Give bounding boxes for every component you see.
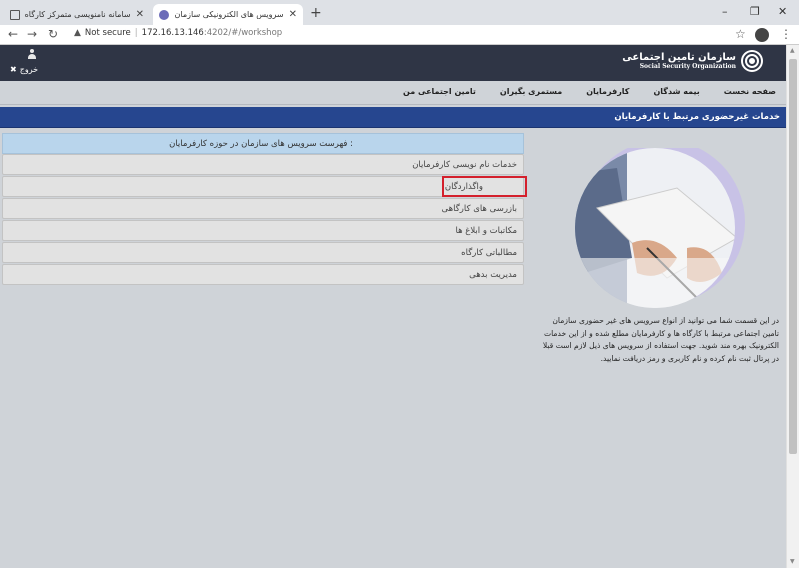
browser-tab-electronic-services[interactable]: سرویس های الکترونیکی سازمان تامین ✕ (153, 4, 303, 25)
browser-tab-registration[interactable]: سامانه نامنویسی متمرکز کارگاه و بیمه شده… (4, 4, 150, 25)
org-emblem-icon (741, 50, 763, 72)
tab-title: سامانه نامنویسی متمرکز کارگاه و بیمه شده (24, 10, 131, 19)
bookmark-star-icon[interactable]: ☆ (735, 27, 746, 41)
service-item[interactable]: مطالباتی کارگاه (2, 242, 524, 263)
menu-item-home[interactable]: صفحه نخست (724, 87, 776, 96)
account-avatar-icon[interactable] (755, 28, 769, 42)
service-item[interactable]: خدمات نام نویسی کارفرمایان (2, 154, 524, 175)
address-bar-row: ← → ↻ ▲ Not secure | 172.16.13.146:4202/… (0, 25, 799, 45)
page-scrollbar[interactable]: ▲ ▼ (786, 45, 799, 568)
document-icon (10, 9, 20, 20)
services-header-label: فهرست سرویس های سازمان در حوزه کارفرمایا… (169, 139, 353, 149)
url-field[interactable]: ▲ Not secure | 172.16.13.146:4202/#/work… (74, 28, 282, 38)
scroll-up-icon[interactable]: ▲ (790, 47, 795, 54)
service-item[interactable]: بازرسی های کارگاهی (2, 198, 524, 219)
tab-title: سرویس های الکترونیکی سازمان تامین (173, 10, 284, 19)
scroll-down-icon[interactable]: ▼ (790, 558, 795, 565)
page-title-banner: خدمات غیرحضوری مرتبط با کارفرمایان (0, 107, 786, 128)
service-label: بازرسی های کارگاهی (441, 204, 517, 214)
service-label: مدیریت بدهی (469, 270, 517, 280)
scroll-thumb[interactable] (789, 59, 797, 454)
warning-icon: ▲ (74, 28, 81, 38)
site-favicon-icon (159, 9, 169, 20)
main-menu: صفحه نخست بیمه شدگان کارفرمایان مستمری ب… (0, 81, 786, 105)
service-label: مکاتبات و ابلاغ ها (455, 226, 517, 236)
service-item[interactable]: مکاتبات و ابلاغ ها (2, 220, 524, 241)
close-tab-icon[interactable]: ✕ (136, 9, 144, 20)
menu-kebab-icon[interactable]: ⋮ (780, 27, 792, 41)
url-path: :4202/#/workshop (203, 28, 283, 38)
service-label: خدمات نام نویسی کارفرمایان (412, 160, 517, 170)
highlight-box (442, 176, 527, 197)
menu-item-pensioners[interactable]: مستمری بگیران (500, 87, 562, 96)
restore-icon[interactable]: ❐ (750, 5, 760, 18)
menu-item-employers[interactable]: کارفرمایان (586, 87, 629, 96)
browser-tab-strip: سامانه نامنویسی متمرکز کارگاه و بیمه شده… (0, 0, 799, 25)
service-label: مطالباتی کارگاه (461, 248, 517, 258)
reload-icon[interactable]: ↻ (48, 27, 58, 41)
services-description: در این قسمت شما می توانید از انواع سرویس… (542, 316, 779, 363)
logout-label: خروج (19, 65, 39, 74)
org-name-en: Social Security Organization (639, 63, 736, 70)
site-header: ✖ خروج سازمان تامین اجتماعی Social Secur… (0, 45, 786, 81)
logout-link[interactable]: ✖ خروج (10, 65, 38, 74)
page-title: خدمات غیرحضوری مرتبط با کارفرمایان (614, 112, 780, 122)
services-list-header: فهرست سرویس های سازمان در حوزه کارفرمایا… (2, 133, 524, 154)
logout-icon: ✖ (10, 65, 17, 74)
minimize-icon[interactable]: – (722, 5, 728, 18)
menu-item-insured[interactable]: بیمه شدگان (653, 87, 699, 96)
back-icon[interactable]: ← (8, 27, 18, 41)
url-host: 172.16.13.146 (141, 28, 204, 38)
user-icon[interactable] (28, 49, 36, 59)
new-tab-button[interactable]: + (310, 5, 322, 21)
close-tab-icon[interactable]: ✕ (289, 9, 297, 20)
org-name-fa: سازمان تامین اجتماعی (622, 52, 736, 63)
forward-icon[interactable]: → (27, 27, 37, 41)
illustration-image (575, 148, 745, 308)
org-logo[interactable]: سازمان تامین اجتماعی Social Security Org… (622, 49, 764, 73)
close-window-icon[interactable]: ✕ (778, 5, 787, 18)
security-label: Not secure (84, 28, 131, 38)
service-item[interactable]: مدیریت بدهی (2, 264, 524, 285)
menu-item-my-ssa[interactable]: تامین اجتماعی من (403, 87, 476, 96)
